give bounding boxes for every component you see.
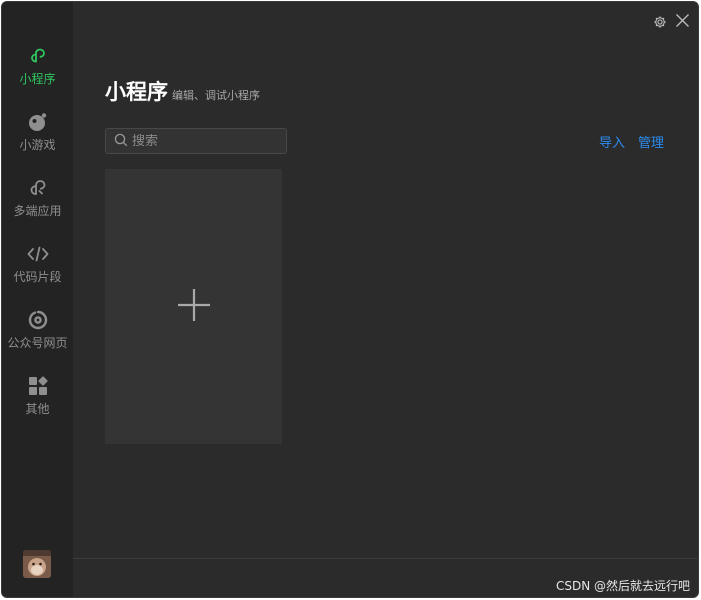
sidebar-item-official-webpage[interactable]: 公众号网页 [2, 308, 73, 364]
page-header: 小程序 编辑、调试小程序 [105, 76, 260, 106]
sidebar-item-other[interactable]: 其他 [2, 374, 73, 430]
search-input[interactable] [132, 133, 302, 149]
miniprogram-icon [26, 44, 50, 68]
add-project-card[interactable] [105, 169, 282, 444]
sidebar-item-label: 代码片段 [13, 270, 62, 284]
grid-icon [26, 374, 50, 398]
plus-icon [177, 288, 211, 326]
header-actions: 导入 管理 [599, 132, 664, 151]
sidebar-item-multi-platform[interactable]: 多端应用 [2, 176, 73, 232]
code-icon [26, 242, 50, 266]
page-title: 小程序 [105, 80, 168, 104]
sidebar-item-label: 多端应用 [13, 204, 62, 218]
main-window: 小程序 小游戏 多端应用 代码片段 公众号网页 其他 小程序 编辑、调试小程序 … [1, 1, 699, 598]
footer-divider [73, 558, 698, 559]
sidebar-item-label: 其他 [25, 402, 50, 416]
close-icon[interactable] [675, 13, 691, 29]
gear-icon[interactable] [653, 14, 669, 30]
page-subtitle: 编辑、调试小程序 [172, 89, 260, 102]
manage-link[interactable]: 管理 [638, 132, 664, 151]
sidebar-item-label: 小游戏 [19, 138, 56, 152]
watermark-text: CSDN @然后就去远行吧 [555, 579, 690, 593]
sidebar-item-code-snippets[interactable]: 代码片段 [2, 242, 73, 298]
sidebar-item-label: 小程序 [19, 72, 56, 86]
sidebar-item-miniprogram[interactable]: 小程序 [2, 44, 73, 100]
search-box[interactable] [105, 128, 302, 154]
sidebar-item-minigame[interactable]: 小游戏 [2, 110, 73, 166]
search-icon [114, 132, 128, 151]
sidebar: 小程序 小游戏 多端应用 代码片段 公众号网页 其他 [2, 2, 73, 597]
minigame-icon [26, 110, 50, 134]
user-avatar[interactable] [23, 550, 51, 578]
import-link[interactable]: 导入 [599, 132, 625, 151]
webpage-icon [26, 308, 50, 332]
multi-platform-icon [26, 176, 50, 200]
sidebar-item-label: 公众号网页 [7, 336, 68, 350]
